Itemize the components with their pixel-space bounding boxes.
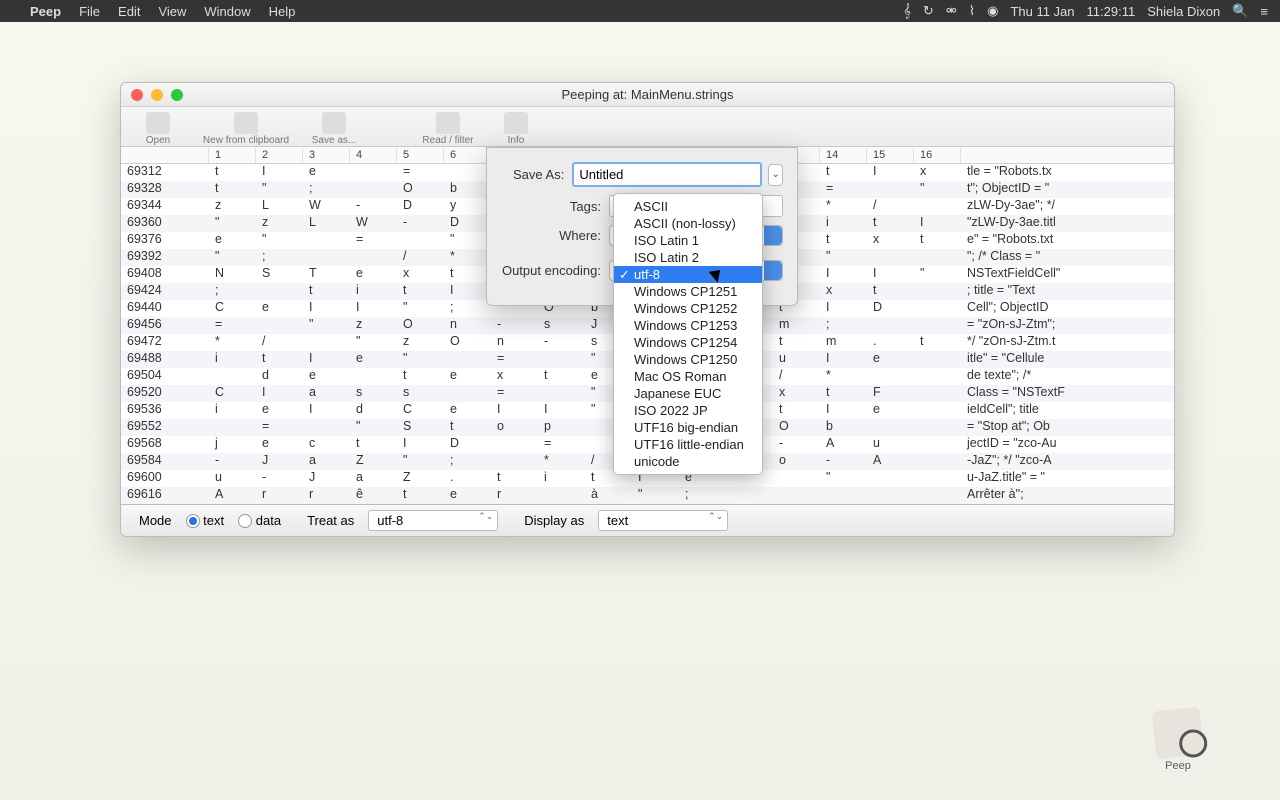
info-icon: [504, 112, 528, 134]
open-icon: [146, 112, 170, 134]
expand-save-button[interactable]: ⌄: [768, 164, 783, 186]
search-icon: [436, 112, 460, 134]
encoding-option[interactable]: Windows CP1252: [614, 300, 762, 317]
table-row[interactable]: 69616Arrêterà";Arrêter à";: [121, 487, 1174, 504]
app-menu[interactable]: Peep: [30, 4, 61, 19]
footer-bar: Mode text data Treat as utf-8 Display as…: [121, 504, 1174, 536]
encoding-dropdown[interactable]: ASCIIASCII (non-lossy)ISO Latin 1ISO Lat…: [613, 193, 763, 475]
menu-file[interactable]: File: [79, 4, 100, 19]
app-icon: [1152, 707, 1205, 760]
encoding-option[interactable]: ISO Latin 2: [614, 249, 762, 266]
encoding-option[interactable]: Windows CP1253: [614, 317, 762, 334]
mode-data-radio[interactable]: [238, 514, 252, 528]
encoding-option[interactable]: ASCII (non-lossy): [614, 215, 762, 232]
tags-label: Tags:: [501, 199, 609, 214]
save-as-label: Save As:: [501, 167, 572, 182]
titlebar: Peeping at: MainMenu.strings: [121, 83, 1174, 107]
menu-view[interactable]: View: [158, 4, 186, 19]
column-header[interactable]: 2: [256, 147, 303, 163]
notification-center-icon[interactable]: ≡: [1260, 4, 1268, 19]
dock-icon-label: Peep: [1165, 760, 1191, 772]
column-header[interactable]: [961, 147, 1174, 163]
encoding-option[interactable]: utf-8: [614, 266, 762, 283]
column-header[interactable]: 3: [303, 147, 350, 163]
column-header[interactable]: 15: [867, 147, 914, 163]
toolbar-read-filter[interactable]: Read / filter: [413, 112, 483, 146]
column-header[interactable]: 5: [397, 147, 444, 163]
menu-edit[interactable]: Edit: [118, 4, 140, 19]
encoding-option[interactable]: ISO 2022 JP: [614, 402, 762, 419]
volume-icon[interactable]: ◉: [987, 3, 998, 19]
clock-date[interactable]: Thu 11 Jan: [1010, 4, 1074, 19]
toolbar-new-clipboard[interactable]: New from clipboard: [191, 112, 301, 146]
encoding-option[interactable]: UTF16 little-endian: [614, 436, 762, 453]
save-as-input[interactable]: [572, 162, 762, 187]
toolbar-open[interactable]: Open: [131, 112, 185, 146]
spotlight-icon[interactable]: 🔍: [1232, 3, 1248, 19]
column-header[interactable]: 4: [350, 147, 397, 163]
encoding-option[interactable]: ASCII: [614, 198, 762, 215]
where-label: Where:: [501, 228, 609, 243]
history-icon[interactable]: ↻: [923, 3, 934, 19]
encoding-option[interactable]: Windows CP1250: [614, 351, 762, 368]
toolbar-save-as[interactable]: Save as...: [307, 112, 361, 146]
mode-text-radio[interactable]: [186, 514, 200, 528]
toolbar: Open New from clipboard Save as... Read …: [121, 107, 1174, 147]
encoding-label: Output encoding:: [501, 263, 609, 278]
dock-icon[interactable]: Peep: [1154, 709, 1202, 772]
column-header[interactable]: 14: [820, 147, 867, 163]
treat-as-label: Treat as: [307, 513, 354, 528]
column-header[interactable]: [121, 147, 209, 163]
clipboard-icon: [234, 112, 258, 134]
toolbar-info[interactable]: Info: [489, 112, 543, 146]
save-icon: [322, 112, 346, 134]
encoding-option[interactable]: Windows CP1254: [614, 334, 762, 351]
menu-help[interactable]: Help: [269, 4, 296, 19]
encoding-option[interactable]: UTF16 big-endian: [614, 419, 762, 436]
column-header[interactable]: 6: [444, 147, 491, 163]
bluetooth-icon[interactable]: ⚮: [946, 3, 957, 19]
status-icon[interactable]: 𝄞: [903, 3, 911, 19]
encoding-option[interactable]: unicode: [614, 453, 762, 470]
user-name[interactable]: Shiela Dixon: [1147, 4, 1220, 19]
wifi-icon[interactable]: ⌇: [969, 3, 975, 19]
mode-label: Mode: [139, 513, 172, 528]
clock-time[interactable]: 11:29:11: [1087, 4, 1136, 19]
window-title: Peeping at: MainMenu.strings: [121, 87, 1174, 102]
display-as-label: Display as: [524, 513, 584, 528]
treat-as-select[interactable]: utf-8: [368, 510, 498, 531]
column-header[interactable]: 1: [209, 147, 256, 163]
encoding-option[interactable]: Windows CP1251: [614, 283, 762, 300]
display-as-select[interactable]: text: [598, 510, 728, 531]
menubar: Peep File Edit View Window Help 𝄞 ↻ ⚮ ⌇ …: [0, 0, 1280, 22]
column-header[interactable]: 16: [914, 147, 961, 163]
encoding-option[interactable]: Mac OS Roman: [614, 368, 762, 385]
encoding-option[interactable]: Japanese EUC: [614, 385, 762, 402]
encoding-option[interactable]: ISO Latin 1: [614, 232, 762, 249]
menu-window[interactable]: Window: [204, 4, 250, 19]
